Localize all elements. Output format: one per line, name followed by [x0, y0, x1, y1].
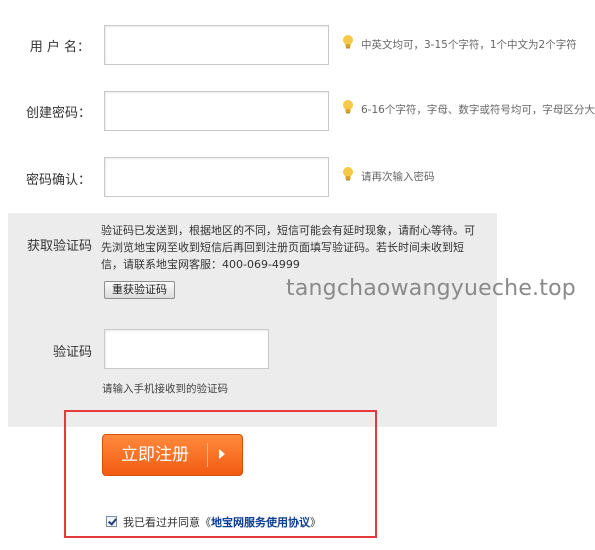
- verification-message: 验证码已发送到，根据地区的不同，短信可能会有延时现象，请耐心等待。可先浏览地宝网…: [101, 224, 475, 271]
- button-divider: [207, 443, 208, 467]
- agreement-prefix: 我已看过并同意《: [123, 516, 211, 529]
- agreement-checkbox[interactable]: [106, 516, 117, 527]
- arrow-right-icon: [219, 449, 225, 459]
- lightbulb-icon: [343, 100, 353, 114]
- code-label: 验证码: [52, 345, 92, 360]
- username-label: 用 户 名：: [29, 40, 90, 55]
- agreement-text: 我已看过并同意《地宝网服务使用协议》: [123, 514, 321, 530]
- confirm-password-input[interactable]: [104, 157, 329, 197]
- register-button[interactable]: 立即注册: [102, 434, 243, 476]
- resend-code-button[interactable]: 重获验证码: [104, 281, 175, 299]
- confirm-password-hint: 请再次输入密码: [361, 171, 435, 183]
- password-label: 创建密码：: [25, 106, 91, 121]
- verification-code-input[interactable]: [104, 329, 269, 369]
- lightbulb-icon: [343, 35, 353, 49]
- confirm-password-label: 密码确认：: [25, 173, 91, 188]
- username-hint: 中英文均可，3-15个字符，1个中文为2个字符: [361, 39, 577, 51]
- lightbulb-icon: [343, 167, 353, 181]
- register-button-label: 立即注册: [121, 445, 189, 465]
- verification-code-hint: 请输入手机接收到的验证码: [102, 383, 228, 395]
- username-input[interactable]: [104, 25, 329, 65]
- watermark-text: tangchaowangyueche.top: [286, 276, 576, 301]
- agreement-suffix: 》: [310, 516, 321, 529]
- password-input[interactable]: [104, 91, 329, 131]
- get-code-label: 获取验证码: [26, 239, 92, 254]
- password-hint: 6-16个字符，字母、数字或符号均可，字母区分大小写: [361, 104, 595, 116]
- agreement-link[interactable]: 地宝网服务使用协议: [211, 516, 310, 529]
